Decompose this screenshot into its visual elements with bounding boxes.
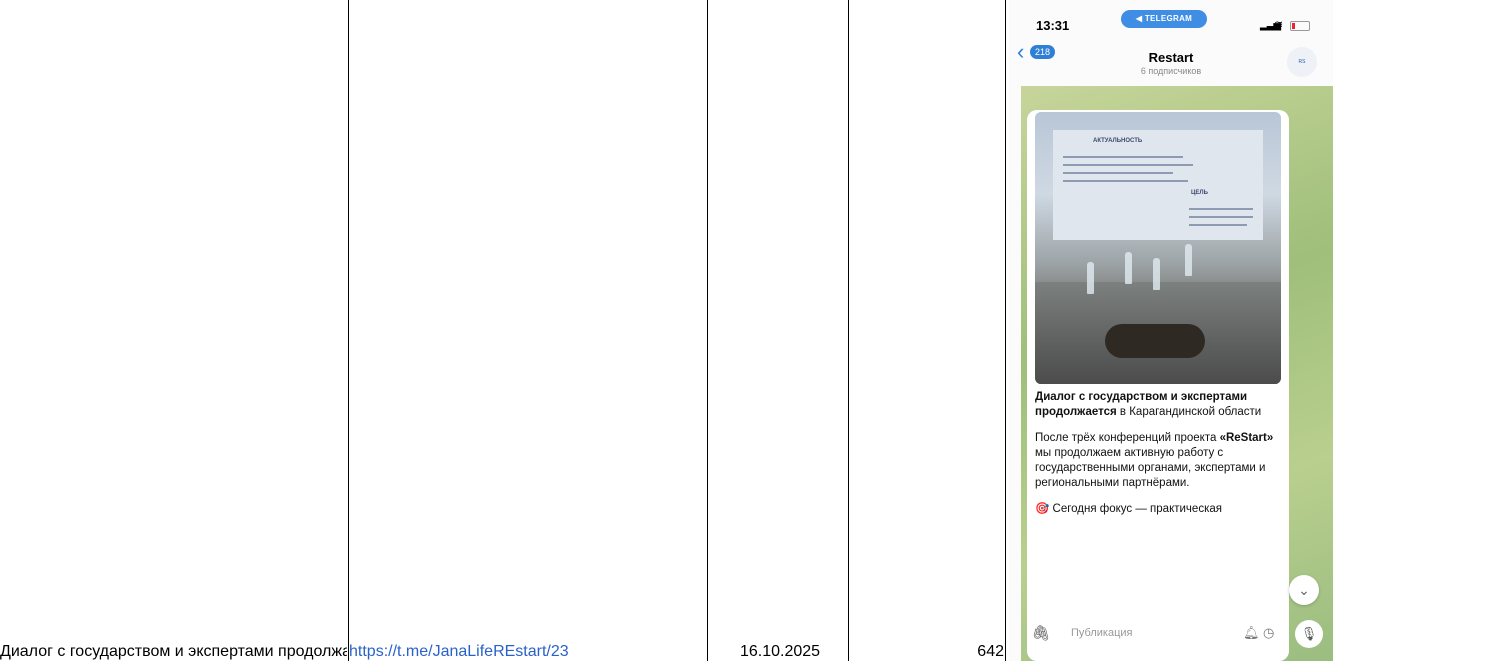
paperclip-icon[interactable]: 🖇 bbox=[1027, 620, 1055, 648]
microphone-icon[interactable]: 🎙︎ bbox=[1295, 620, 1323, 648]
water-bottle bbox=[1087, 262, 1094, 294]
slide-text-line bbox=[1063, 172, 1173, 174]
channel-avatar[interactable]: RS bbox=[1287, 47, 1317, 77]
publication-input[interactable]: Публикация 🔔︎ ◷ bbox=[1057, 620, 1287, 648]
post-url-cell[interactable]: https://t.me/JanaLifeREstart/23 bbox=[349, 643, 706, 661]
post-headline-rest: в Карагандинской области bbox=[1116, 406, 1262, 418]
post-text: Диалог с государством и экспертами продо… bbox=[1035, 390, 1281, 528]
chevron-down-icon[interactable]: ⌄ bbox=[1289, 575, 1319, 605]
channel-post: АКТУАЛЬНОСТЬ ЦЕЛЬ Диалог с государством … bbox=[1027, 110, 1289, 661]
timer-icon[interactable]: ◷ bbox=[1263, 625, 1274, 641]
water-bottle bbox=[1125, 252, 1132, 284]
post-focus-line: 🎯 Сегодня фокус — практическая bbox=[1035, 503, 1222, 515]
partially-hidden-text: • развитие горячей линии, bbox=[1035, 652, 1145, 661]
slide-text-line bbox=[1063, 156, 1183, 158]
input-placeholder: Публикация bbox=[1071, 627, 1133, 639]
post-views-cell: 642 bbox=[977, 643, 1004, 660]
slide-text-line bbox=[1189, 216, 1253, 218]
telegram-screenshot: 13:31 ◀ TELEGRAM ▂▃▅ ≋ ‹ 218 Restart 6 п… bbox=[1009, 0, 1333, 661]
water-bottle bbox=[1185, 244, 1192, 276]
post-photo[interactable]: АКТУАЛЬНОСТЬ ЦЕЛЬ bbox=[1035, 112, 1281, 384]
presentation-slide: АКТУАЛЬНОСТЬ ЦЕЛЬ bbox=[1053, 130, 1263, 240]
slide-heading: ЦЕЛЬ bbox=[1191, 190, 1208, 196]
column-divider-1 bbox=[348, 0, 349, 661]
post-date-cell: 16.10.2025 bbox=[740, 643, 821, 660]
column-divider-3 bbox=[848, 0, 849, 661]
slide-heading: АКТУАЛЬНОСТЬ bbox=[1093, 138, 1143, 144]
bell-icon[interactable]: 🔔︎ bbox=[1243, 625, 1260, 641]
column-divider-4 bbox=[1005, 0, 1006, 661]
slide-text-line bbox=[1189, 208, 1253, 210]
post-paragraph: После трёх конференций проекта bbox=[1035, 432, 1220, 444]
subscriber-count: 6 подписчиков bbox=[1140, 66, 1202, 76]
post-title-cell: Диалог с государством и экспертами продо… bbox=[0, 643, 347, 660]
folded-hands bbox=[1105, 324, 1205, 358]
slide-text-line bbox=[1189, 224, 1247, 226]
post-paragraph: мы продолжаем активную работу с государс… bbox=[1035, 447, 1266, 489]
slide-text-line bbox=[1063, 180, 1188, 182]
channel-header: ‹ 218 Restart 6 подписчиков RS bbox=[1009, 0, 1333, 77]
water-bottle bbox=[1153, 258, 1160, 290]
channel-title[interactable]: Restart bbox=[1009, 50, 1333, 65]
project-name: «ReStart» bbox=[1219, 432, 1274, 444]
slide-text-line bbox=[1063, 164, 1193, 166]
message-input-bar: 🖇 Публикация 🔔︎ ◷ 🎙︎ • развитие горячей … bbox=[1021, 614, 1333, 661]
column-divider-2 bbox=[707, 0, 708, 661]
